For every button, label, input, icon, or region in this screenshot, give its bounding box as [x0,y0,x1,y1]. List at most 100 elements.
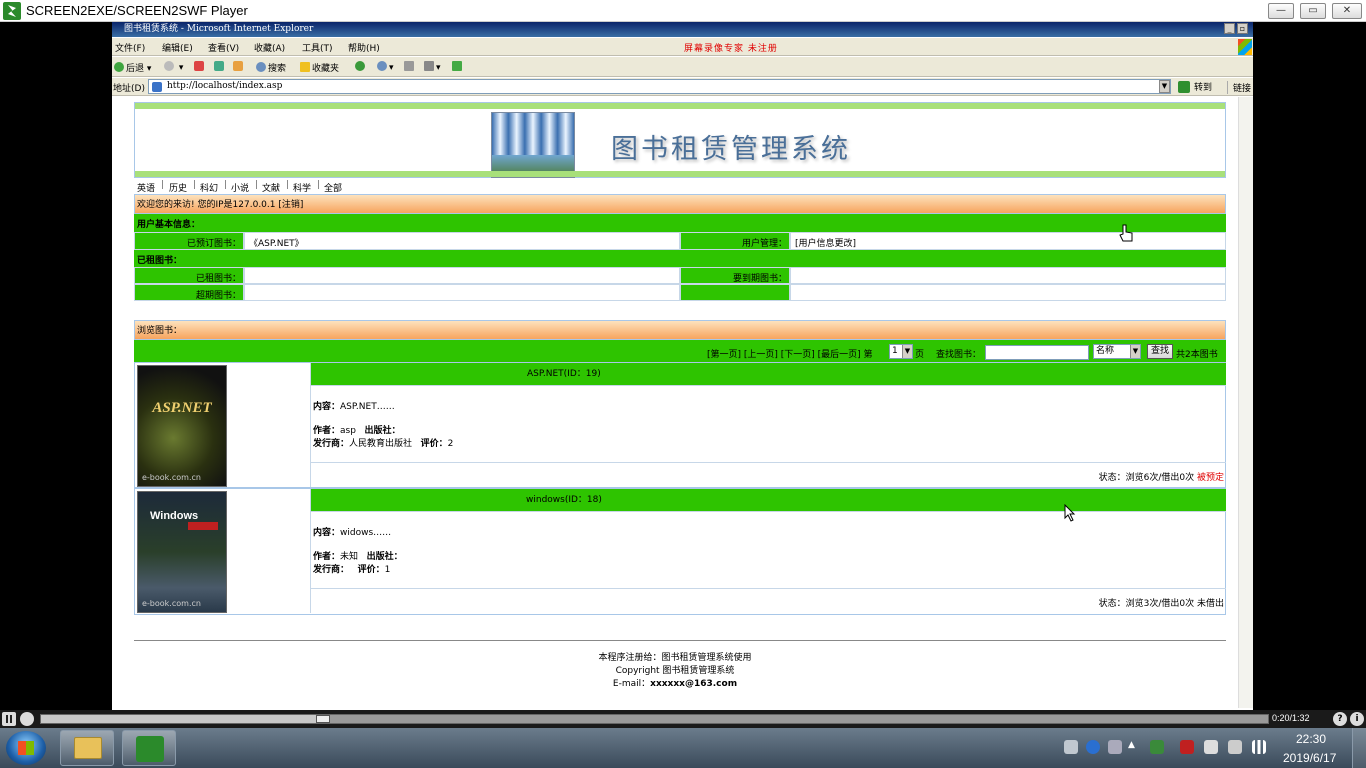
menu-view[interactable]: 查看(V) [208,41,239,54]
reserved-label: 已预订图书： [134,232,244,250]
favorites-button[interactable]: 收藏夹 [300,61,339,74]
book-author: 未知 [340,552,359,562]
history-button[interactable] [355,61,367,73]
reserved-value[interactable]: 《ASP.NET》 [244,232,680,250]
book-content: ASP.NET…… [340,402,395,412]
books-banner-image [491,112,575,178]
printer-error-icon[interactable] [1228,740,1242,754]
cover-red-label [188,522,218,530]
seek-thumb[interactable] [316,715,331,723]
reserved-flag: 被预定 [1196,473,1224,483]
messenger-button[interactable] [452,61,464,73]
help-icon[interactable]: ? [1333,712,1347,726]
chevron-down-icon: ▼ [1130,345,1140,358]
category-novel[interactable]: 小说 [231,181,249,194]
book-status-bar: 状态：浏览3次/借出0次 未借出 [311,588,1226,613]
signal-icon[interactable] [1252,740,1266,754]
pause-icon[interactable] [2,712,16,726]
category-all[interactable]: 全部 [324,181,342,194]
menu-tools[interactable]: 工具(T) [302,41,333,54]
user-info-row: 已预订图书： 《ASP.NET》 用户管理： [用户信息更改] [134,232,1226,250]
search-input[interactable] [985,345,1089,360]
ie-restore-button[interactable]: ▫ [1237,23,1248,34]
recorder-watermark: 屏幕录像专家 未注册 [684,44,778,54]
book-title[interactable]: ASP.NET(ID：19) [527,363,601,385]
search-field-select[interactable]: 名称 ▼ [1093,344,1141,359]
search-label: 查找图书： [936,350,982,360]
close-button[interactable]: ✕ [1332,3,1362,19]
nav-separator: | [255,180,259,190]
info-icon[interactable]: i [1350,712,1364,726]
links-button[interactable]: 链接 [1227,81,1251,94]
category-nav: 英语 | 历史 | 科幻 | 小说 | 文献 | 科学 | 全部 [134,178,1226,194]
ie-title-bar: 图书租赁系统 - Microsoft Internet Explorer _ ▫ [112,22,1253,37]
category-english[interactable]: 英语 [137,181,155,194]
language-icon[interactable] [1108,740,1122,754]
show-desktop-button[interactable] [1352,728,1366,768]
refresh-button[interactable] [214,61,226,73]
category-history[interactable]: 历史 [169,181,187,194]
page-scrollbar[interactable] [1238,97,1253,708]
search-button[interactable]: 搜索 [256,61,286,74]
menu-help[interactable]: 帮助(H) [348,41,380,54]
network-app-icon[interactable] [1150,740,1164,754]
book-card-aspnet: ASP.NET e-book.com.cn ASP.NET(ID：19) 内容：… [134,362,1226,488]
hand-cursor-icon [1119,224,1133,242]
home-button[interactable] [233,61,245,73]
clock-time[interactable]: 22:30 [1296,732,1326,746]
pager-links[interactable]: [第一页] [上一页] [下一页] [最后一页] 第 [707,347,873,360]
minimize-button[interactable]: — [1268,3,1294,19]
keyboard-icon[interactable] [1064,740,1078,754]
page-select[interactable]: 1 ▼ [889,344,913,359]
start-button[interactable] [6,731,46,765]
nav-separator: | [317,180,321,190]
search-submit-button[interactable]: 查找 [1147,344,1173,359]
book-cover-image[interactable]: Windows e-book.com.cn [137,491,227,613]
address-label: 地址(D) [113,84,145,94]
book-distributor: 人民教育出版社 [349,439,413,449]
address-input[interactable]: http://localhost/index.asp [148,79,1171,94]
mail-button[interactable]: ▾ [377,61,394,73]
distributor-label: 发行商： [313,565,350,575]
forward-button[interactable]: ▾ [164,61,183,73]
player-title: SCREEN2EXE/SCREEN2SWF Player [26,3,248,18]
book-author: asp [340,426,356,436]
overdue-value [244,284,680,301]
cover-watermark: e-book.com.cn [142,473,201,482]
edit-button[interactable]: ▾ [424,61,441,73]
address-dropdown-arrow[interactable]: ▼ [1159,80,1170,93]
tray-expand-icon[interactable]: ▲ [1128,740,1138,754]
print-button[interactable] [404,61,416,73]
rating-label: 评价： [357,565,385,575]
menu-favorites[interactable]: 收藏(A) [254,41,285,54]
ie-minimize-button[interactable]: _ [1224,23,1235,34]
security-icon[interactable] [1180,740,1194,754]
nav-separator: | [161,180,165,190]
help-tray-icon[interactable] [1086,740,1100,754]
book-rating: 2 [447,439,454,449]
taskbar-explorer-button[interactable] [60,730,114,766]
banner-top-bar [135,103,1225,109]
loop-icon[interactable] [20,712,34,726]
menu-file[interactable]: 文件(F) [115,41,145,54]
taskbar-player-button[interactable] [122,730,176,766]
book-title[interactable]: windows(ID：18) [526,489,602,511]
go-button[interactable]: 转到 [1178,80,1212,93]
back-button[interactable]: 后退 ▾ [114,61,151,74]
clock-date[interactable]: 2019/6/17 [1283,751,1336,765]
playback-time: 0:20/1:32 [1272,713,1310,723]
menu-edit[interactable]: 编辑(E) [162,41,193,54]
user-mgmt-link[interactable]: [用户信息更改] [790,232,1226,250]
web-page: 图书租赁管理系统 英语 | 历史 | 科幻 | 小说 | 文献 | 科学 | 全… [112,97,1238,708]
category-science[interactable]: 科学 [293,181,311,194]
book-status: 状态：浏览6次/借出0次 [1098,473,1195,483]
volume-muted-icon[interactable] [1204,740,1218,754]
messenger-icon [452,61,462,71]
footer-email[interactable]: xxxxxx@163.com [650,679,737,689]
category-literature[interactable]: 文献 [262,181,280,194]
book-cover-image[interactable]: ASP.NET e-book.com.cn [137,365,227,487]
maximize-button[interactable]: ▭ [1300,3,1326,19]
seek-bar[interactable] [40,714,1269,724]
stop-button[interactable] [194,61,206,73]
category-scifi[interactable]: 科幻 [200,181,218,194]
